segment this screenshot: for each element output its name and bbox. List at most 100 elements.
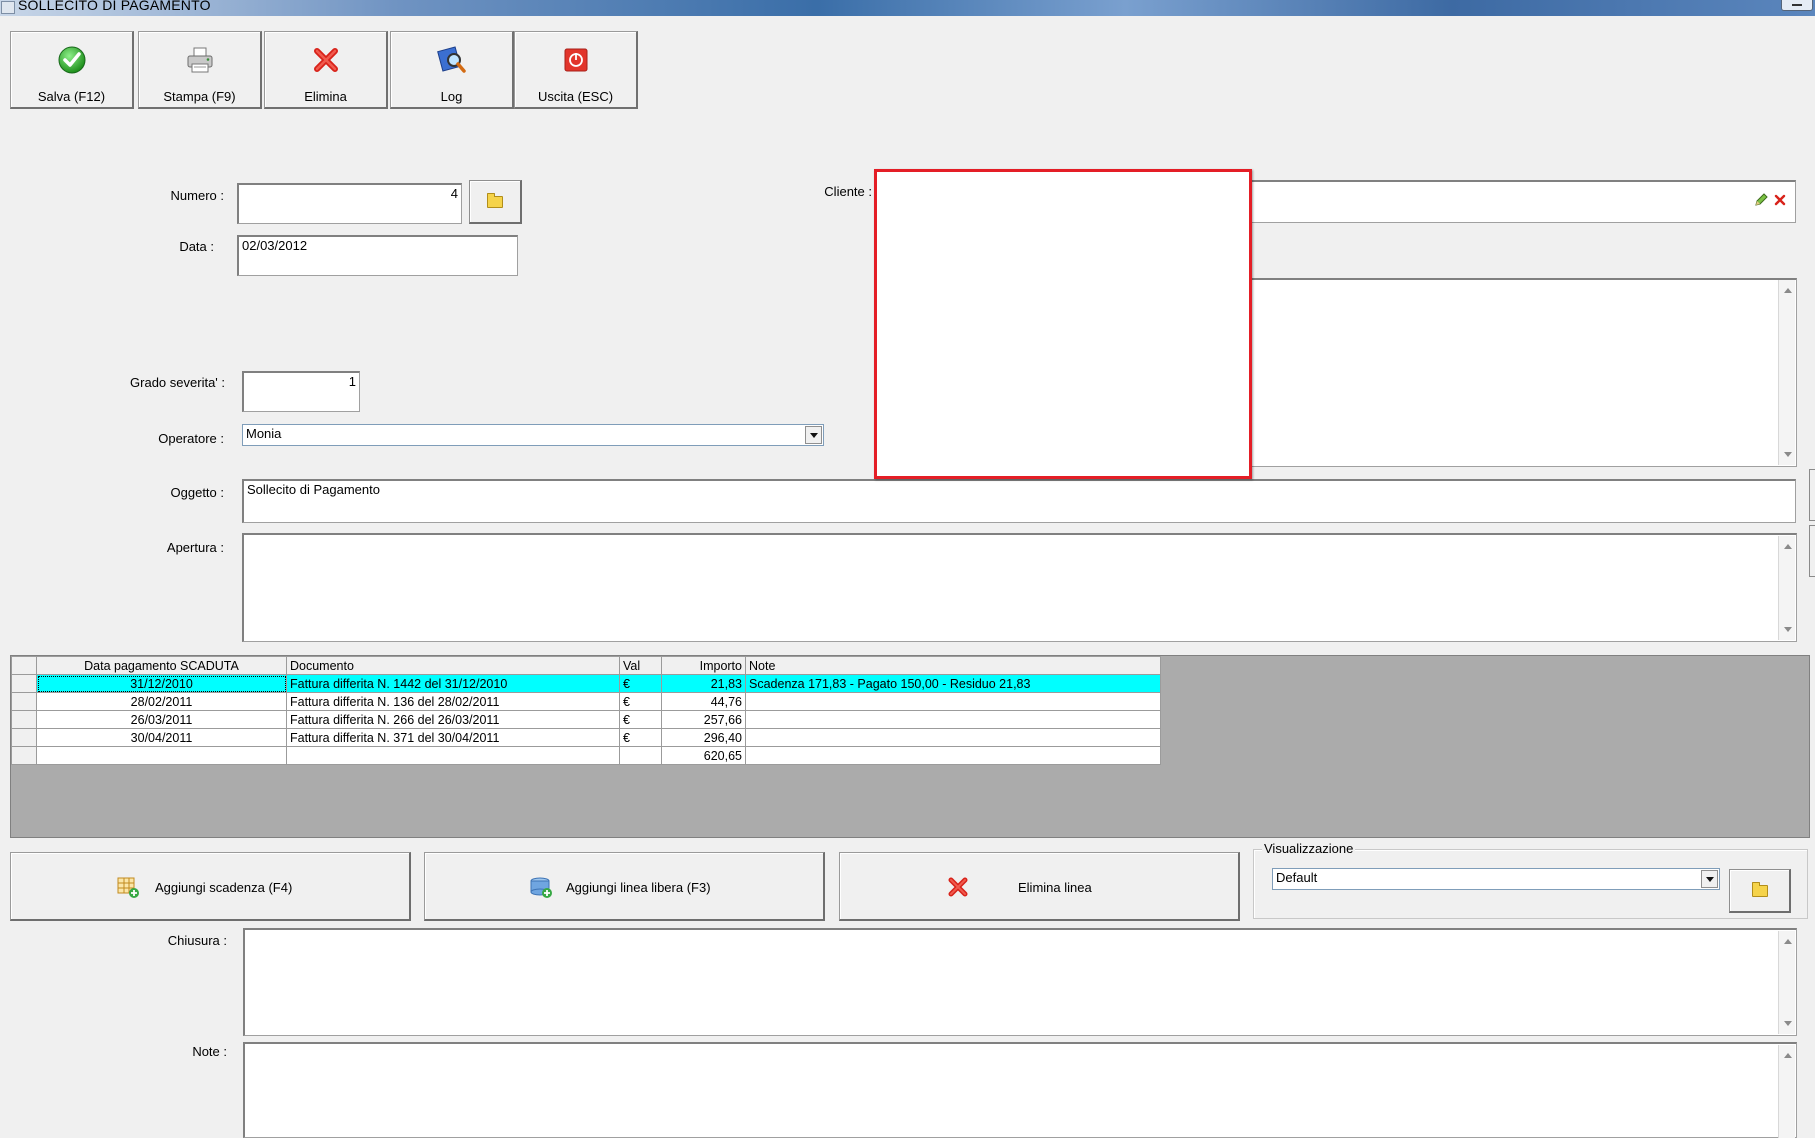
- add-free-line-button[interactable]: Aggiungi linea libera (F3): [424, 852, 825, 921]
- cell-importo[interactable]: 257,66: [661, 710, 746, 729]
- apertura-memo[interactable]: [242, 533, 1797, 642]
- note-memo[interactable]: [243, 1042, 1797, 1138]
- cell-note[interactable]: Scadenza 171,83 - Pagato 150,00 - Residu…: [745, 674, 1161, 693]
- address-scrollbar[interactable]: [1778, 280, 1795, 465]
- table-row[interactable]: 26/03/2011 Fattura differita N. 266 del …: [11, 710, 1161, 729]
- chiusura-scrollbar[interactable]: [1778, 931, 1795, 1034]
- scroll-down-icon[interactable]: [1784, 627, 1792, 632]
- table-row[interactable]: 31/12/2010 Fattura differita N. 1442 del…: [11, 674, 1161, 693]
- cell-documento[interactable]: Fattura differita N. 1442 del 31/12/2010: [286, 674, 620, 693]
- delete-button-label: Elimina: [304, 89, 347, 104]
- visualizzazione-title: Visualizzazione: [1262, 841, 1356, 856]
- apertura-label: Apertura :: [166, 540, 224, 555]
- cell-documento[interactable]: Fattura differita N. 266 del 26/03/2011: [286, 710, 620, 729]
- log-button-label: Log: [440, 89, 463, 104]
- oggetto-label: Oggetto :: [170, 485, 224, 500]
- add-scadenza-button[interactable]: Aggiungi scadenza (F4): [10, 852, 411, 921]
- oggetto-field[interactable]: Sollecito di Pagamento: [242, 479, 1796, 523]
- chevron-down-icon[interactable]: [1701, 870, 1718, 888]
- cell-importo[interactable]: 21,83: [661, 674, 746, 693]
- cell-data[interactable]: 31/12/2010: [36, 674, 287, 693]
- cell-documento[interactable]: Fattura differita N. 136 del 28/02/2011: [286, 692, 620, 711]
- row-header: [11, 746, 37, 765]
- cell-importo[interactable]: 296,40: [661, 728, 746, 747]
- cell-documento[interactable]: Fattura differita N. 371 del 30/04/2011: [286, 728, 620, 747]
- delete-x-icon: [313, 48, 338, 72]
- scroll-down-icon[interactable]: [1784, 452, 1792, 457]
- apertura-scrollbar[interactable]: [1778, 536, 1795, 640]
- scroll-up-icon[interactable]: [1784, 1053, 1792, 1058]
- minimize-button[interactable]: [1781, 0, 1813, 11]
- cell-note[interactable]: [745, 692, 1161, 711]
- cell-data[interactable]: 28/02/2011: [36, 692, 287, 711]
- delete-line-label: Elimina linea: [1018, 880, 1092, 895]
- grado-label: Grado severita' :: [130, 375, 225, 390]
- table-row[interactable]: 30/04/2011 Fattura differita N. 371 del …: [11, 728, 1161, 747]
- operatore-value: Monia: [246, 426, 282, 441]
- numero-field[interactable]: 4: [237, 183, 462, 224]
- save-button[interactable]: Salva (F12): [10, 31, 134, 109]
- row-header[interactable]: [11, 728, 37, 747]
- visualizzazione-value: Default: [1276, 870, 1318, 885]
- scroll-up-icon[interactable]: [1784, 939, 1792, 944]
- add-table-icon: [117, 877, 139, 898]
- row-header-corner: [11, 656, 37, 675]
- column-header[interactable]: Data pagamento SCADUTA: [36, 656, 287, 675]
- data-field[interactable]: 02/03/2012: [237, 235, 518, 276]
- column-header[interactable]: Note: [745, 656, 1161, 675]
- cell-val[interactable]: €: [619, 710, 662, 729]
- table-row[interactable]: 28/02/2011 Fattura differita N. 136 del …: [11, 692, 1161, 711]
- grado-field[interactable]: 1: [242, 371, 360, 412]
- chiusura-memo[interactable]: [243, 928, 1797, 1036]
- total-empty-cell: [36, 746, 287, 765]
- clear-x-icon[interactable]: [1774, 194, 1786, 206]
- column-header[interactable]: Val: [619, 656, 662, 675]
- edit-pencil-icon[interactable]: [1754, 193, 1768, 207]
- row-header[interactable]: [11, 710, 37, 729]
- offscreen-button-edge[interactable]: [1809, 469, 1815, 521]
- scadenze-grid[interactable]: Data pagamento SCADUTA Documento Val Imp…: [10, 655, 1810, 838]
- total-empty-cell: [619, 746, 662, 765]
- delete-x-icon: [948, 877, 968, 897]
- scadenze-table: Data pagamento SCADUTA Documento Val Imp…: [11, 656, 1161, 765]
- title-bar: SOLLECITO DI PAGAMENTO: [0, 0, 1815, 16]
- total-empty-cell: [745, 746, 1161, 765]
- add-scadenza-label: Aggiungi scadenza (F4): [155, 880, 293, 895]
- app-icon: [1, 1, 15, 14]
- scroll-down-icon[interactable]: [1784, 1021, 1792, 1026]
- row-header[interactable]: [11, 674, 37, 693]
- add-line-icon: [530, 877, 552, 898]
- total-row: 620,65: [11, 746, 1161, 765]
- log-button[interactable]: Log: [390, 31, 514, 109]
- cell-val[interactable]: €: [619, 674, 662, 693]
- numero-browse-button[interactable]: [469, 180, 522, 224]
- scroll-up-icon[interactable]: [1784, 288, 1792, 293]
- delete-button[interactable]: Elimina: [264, 31, 388, 109]
- visualizzazione-select[interactable]: Default: [1272, 868, 1720, 890]
- delete-line-button[interactable]: Elimina linea: [839, 852, 1240, 921]
- column-header[interactable]: Importo: [661, 656, 746, 675]
- cell-data[interactable]: 26/03/2011: [36, 710, 287, 729]
- cell-val[interactable]: €: [619, 728, 662, 747]
- visualizzazione-browse-button[interactable]: [1729, 869, 1791, 913]
- cell-note[interactable]: [745, 710, 1161, 729]
- cell-val[interactable]: €: [619, 692, 662, 711]
- note-scrollbar[interactable]: [1778, 1045, 1795, 1138]
- cliente-address-memo[interactable]: [1245, 278, 1797, 467]
- exit-button[interactable]: Uscita (ESC): [514, 31, 638, 109]
- cell-data[interactable]: 30/04/2011: [36, 728, 287, 747]
- operatore-select[interactable]: Monia: [242, 424, 824, 446]
- print-button-label: Stampa (F9): [163, 89, 236, 104]
- row-header[interactable]: [11, 692, 37, 711]
- scroll-up-icon[interactable]: [1784, 544, 1792, 549]
- add-free-line-label: Aggiungi linea libera (F3): [566, 880, 711, 895]
- offscreen-button-edge[interactable]: [1809, 525, 1815, 577]
- column-header[interactable]: Documento: [286, 656, 620, 675]
- chevron-down-icon[interactable]: [805, 426, 822, 444]
- cell-importo[interactable]: 44,76: [661, 692, 746, 711]
- printer-icon: [187, 47, 212, 73]
- folder-icon: [487, 192, 503, 208]
- print-button[interactable]: Stampa (F9): [138, 31, 262, 109]
- cell-note[interactable]: [745, 728, 1161, 747]
- data-label: Data :: [179, 239, 214, 254]
